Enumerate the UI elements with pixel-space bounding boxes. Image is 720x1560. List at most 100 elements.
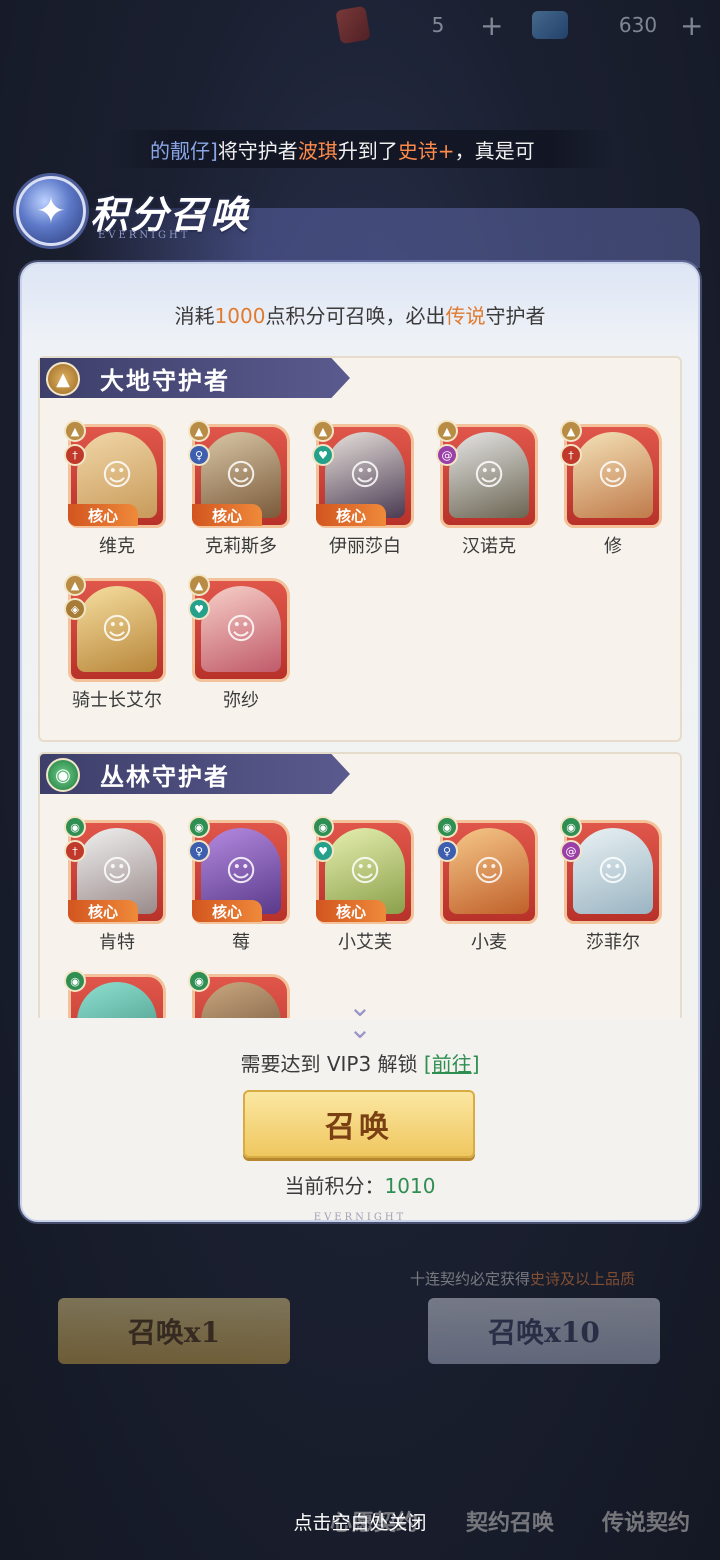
- hero-card[interactable]: ☺ ▲ † 修: [560, 420, 662, 557]
- marquee-text: 升到了: [337, 138, 398, 163]
- leaf-icon: ◉: [46, 758, 80, 792]
- hero-portrait: ☺: [77, 586, 157, 672]
- hero-card[interactable]: ☺ ▲ @ 汉诺克: [436, 420, 538, 557]
- earth-guardians-section: 大地守护者 ▲ ☺ ▲ † 核心 维克 ☺ ▲ ♀ 核心 克莉斯多 ☺ ▲ ♥ …: [38, 356, 682, 742]
- hero-portrait: ☺: [449, 432, 529, 518]
- warrior-class-icon: †: [64, 444, 86, 466]
- title-brand: EVERNIGHT: [98, 230, 191, 241]
- mage-class-icon: ♀: [436, 840, 458, 862]
- crystal-resource: 630 +: [532, 6, 703, 44]
- ticket-icon: [335, 5, 371, 45]
- hero-card[interactable]: ☺ ◉ ♥ 核心 小艾芙: [312, 816, 414, 953]
- guardian-class-icon: ◈: [64, 598, 86, 620]
- spiral-class-icon: @: [436, 444, 458, 466]
- hero-card[interactable]: ☺ ◉ ♀ 核心 莓: [188, 816, 290, 953]
- hero-portrait: ☺: [449, 828, 529, 914]
- warrior-class-icon: †: [560, 444, 582, 466]
- core-badge: 核心: [316, 504, 386, 526]
- core-badge: 核心: [68, 900, 138, 922]
- scroll-down-chevron-icon[interactable]: ⌄ ⌄: [340, 993, 380, 1043]
- jungle-faction-icon: ◉: [64, 816, 86, 838]
- hero-card[interactable]: ☺ ▲ ◈ 骑士长艾尔: [64, 574, 166, 711]
- hero-name: 弥纱: [223, 690, 259, 711]
- hero-name: 修: [604, 536, 622, 557]
- earth-faction-icon: ▲: [64, 574, 86, 596]
- support-class-icon: ♥: [188, 598, 210, 620]
- vip-requirement: 需要达到 VIP3 解锁 [前往]: [240, 1052, 480, 1076]
- close-hint[interactable]: 点击空白处关闭: [0, 1508, 720, 1535]
- earth-faction-icon: ▲: [188, 420, 210, 442]
- hero-card[interactable]: ☺ ◉ † 核心 肯特: [64, 816, 166, 953]
- hero-name: 克莉斯多: [205, 536, 277, 557]
- marquee-text: 可: [514, 138, 535, 163]
- ticket-count: 5: [431, 13, 445, 37]
- jungle-faction-icon: ◉: [188, 970, 210, 992]
- hero-name: 伊丽莎白: [329, 536, 401, 557]
- broadcast-marquee: 的靓仔] 将守护者 波琪 升到了 史诗+ ，真是可: [110, 130, 615, 168]
- add-ticket-button[interactable]: +: [480, 9, 503, 42]
- earth-faction-icon: ▲: [560, 420, 582, 442]
- mage-class-icon: ♀: [188, 840, 210, 862]
- core-badge: 核心: [316, 900, 386, 922]
- hero-name: 小麦: [471, 932, 507, 953]
- jungle-faction-icon: ◉: [64, 970, 86, 992]
- mountain-icon: ▲: [46, 362, 80, 396]
- resource-bar: 5 + 630 +: [0, 0, 720, 52]
- hero-name: 汉诺克: [462, 536, 516, 557]
- hero-card[interactable]: ☺ ◉ ♀ 小麦: [436, 816, 538, 953]
- star-compass-icon: ✦: [16, 176, 86, 246]
- mage-class-icon: ♀: [188, 444, 210, 466]
- support-class-icon: ♥: [312, 444, 334, 466]
- hero-portrait: ☺: [573, 432, 653, 518]
- summon-button[interactable]: 召唤: [243, 1090, 475, 1158]
- marquee-text: ，真是: [454, 138, 515, 163]
- core-badge: 核心: [192, 504, 262, 526]
- points-value: 1010: [384, 1174, 436, 1198]
- hero-name: 维克: [99, 536, 135, 557]
- core-badge: 核心: [192, 900, 262, 922]
- summon-x10-button: 召唤x10: [428, 1298, 660, 1364]
- jungle-faction-icon: ◉: [560, 816, 582, 838]
- hero-name: 莓: [232, 932, 250, 953]
- jungle-faction-icon: ◉: [436, 816, 458, 838]
- hero-name: 骑士长艾尔: [72, 690, 162, 711]
- hero-name: 莎菲尔: [586, 932, 640, 953]
- crystal-count: 630: [618, 13, 658, 37]
- footer-brand: EVERNIGHT: [313, 1212, 407, 1223]
- hero-card[interactable]: ☺ ▲ ♥ 核心 伊丽莎白: [312, 420, 414, 557]
- marquee-rank: 史诗+: [397, 138, 455, 163]
- support-class-icon: ♥: [312, 840, 334, 862]
- crystal-icon: [532, 11, 568, 39]
- ten-pull-note: 十连契约必定获得史诗及以上品质: [410, 1270, 636, 1288]
- ticket-resource: 5 +: [335, 5, 503, 45]
- summon-description: 消耗1000点积分可召唤，必出传说守护者: [174, 304, 546, 328]
- hero-card[interactable]: ☺ ▲ † 核心 维克: [64, 420, 166, 557]
- hero-name: 小艾芙: [338, 932, 392, 953]
- add-crystal-button[interactable]: +: [680, 9, 703, 42]
- section-header: 大地守护者: [40, 358, 350, 398]
- marquee-hero: 波琪: [297, 138, 338, 163]
- jungle-faction-icon: ◉: [312, 816, 334, 838]
- earth-faction-icon: ▲: [436, 420, 458, 442]
- legend-rarity: 传说: [445, 304, 486, 328]
- hero-card[interactable]: ☺ ▲ ♥ 弥纱: [188, 574, 290, 711]
- warrior-class-icon: †: [64, 840, 86, 862]
- hero-card[interactable]: ☺ ◉ @ 莎菲尔: [560, 816, 662, 953]
- jungle-faction-icon: ◉: [188, 816, 210, 838]
- earth-faction-icon: ▲: [312, 420, 334, 442]
- summon-x1-button: 召唤x1: [58, 1298, 290, 1364]
- cost-amount: 1000: [214, 304, 266, 328]
- goto-vip-link[interactable]: [前往]: [424, 1052, 480, 1076]
- hero-portrait: ☺: [201, 586, 281, 672]
- hero-card[interactable]: ☺ ▲ ♀ 核心 克莉斯多: [188, 420, 290, 557]
- core-badge: 核心: [68, 504, 138, 526]
- hero-name: 肯特: [99, 932, 135, 953]
- hero-portrait: ☺: [573, 828, 653, 914]
- section-header: 丛林守护者: [40, 754, 350, 794]
- marquee-player: 的靓仔]: [150, 138, 218, 163]
- current-points: 当前积分：1010: [284, 1174, 436, 1198]
- earth-faction-icon: ▲: [64, 420, 86, 442]
- spiral-class-icon: @: [560, 840, 582, 862]
- marquee-text: 将守护者: [217, 138, 298, 163]
- earth-faction-icon: ▲: [188, 574, 210, 596]
